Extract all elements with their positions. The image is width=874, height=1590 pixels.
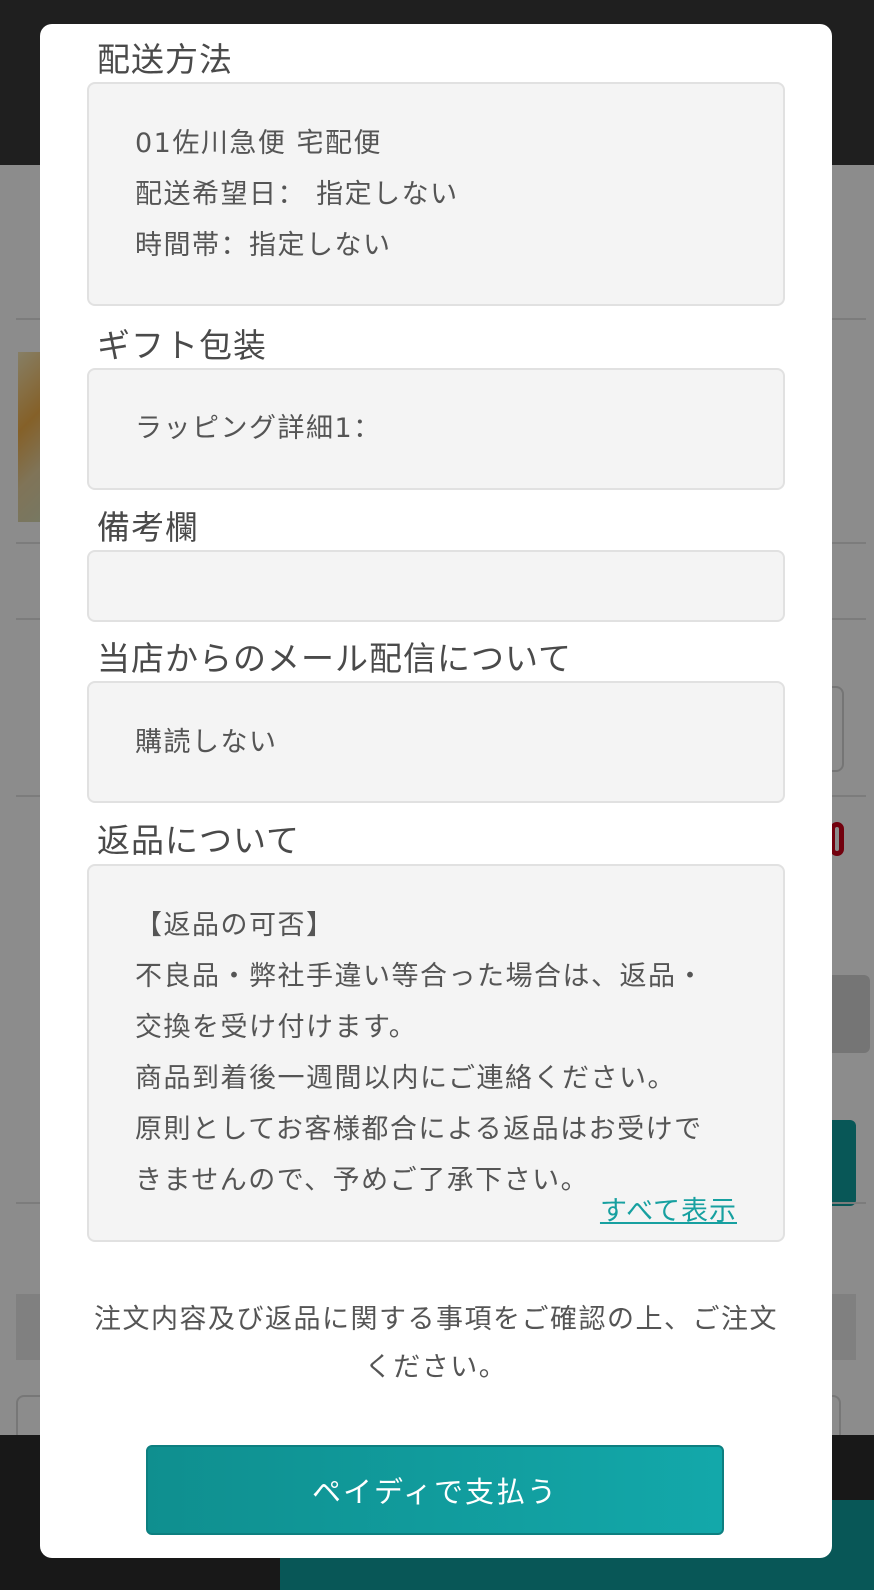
paidy-pay-button[interactable]: ペイディで支払う [146,1445,724,1535]
shipping-time-slot: 時間帯：指定しない [135,230,392,261]
remarks-section-title: 備考欄 [97,508,199,547]
mail-info-box: 購読しない [87,681,785,803]
shipping-desired-date: 配送希望日： 指定しない [135,179,459,210]
remarks-box [87,550,785,622]
returns-section-title: 返品について [97,821,301,860]
shipping-section-title: 配送方法 [97,40,233,79]
returns-text-line: 不良品・弊社手違い等合った場合は、返品・ [135,961,705,992]
returns-text-line: 商品到着後一週間以内にご連絡ください。 [135,1063,676,1094]
returns-heading: 【返品の可否】 [135,910,335,941]
mail-section-title: 当店からのメール配信について [97,639,573,678]
returns-text-line: 原則としてお客様都合による返品はお受けで [135,1114,703,1145]
order-confirm-notice: 注文内容及び返品に関する事項をご確認の上、ご注文ください。 [94,1304,778,1383]
returns-info-box: 【返品の可否】 不良品・弊社手違い等合った場合は、返品・ 交換を受け付けます。 … [87,864,785,1242]
returns-text-line: きませんので、予めご了承下さい。 [135,1165,590,1196]
shipping-carrier: 01佐川急便 宅配便 [135,128,382,159]
order-confirm-modal: 配送方法 01佐川急便 宅配便 配送希望日： 指定しない 時間帯：指定しない ギ… [40,24,832,1558]
pay-button-label: ペイディで支払う [312,1475,558,1509]
gift-info-box: ラッピング詳細1： [87,368,785,490]
shipping-info-box: 01佐川急便 宅配便 配送希望日： 指定しない 時間帯：指定しない [87,82,785,306]
returns-text-line: 交換を受け付けます。 [135,1012,418,1043]
gift-wrapping-detail: ラッピング詳細1： [135,413,382,444]
mail-subscription-value: 購読しない [135,727,278,758]
show-all-link[interactable]: すべて表示 [600,1189,737,1228]
gift-section-title: ギフト包装 [97,326,267,365]
